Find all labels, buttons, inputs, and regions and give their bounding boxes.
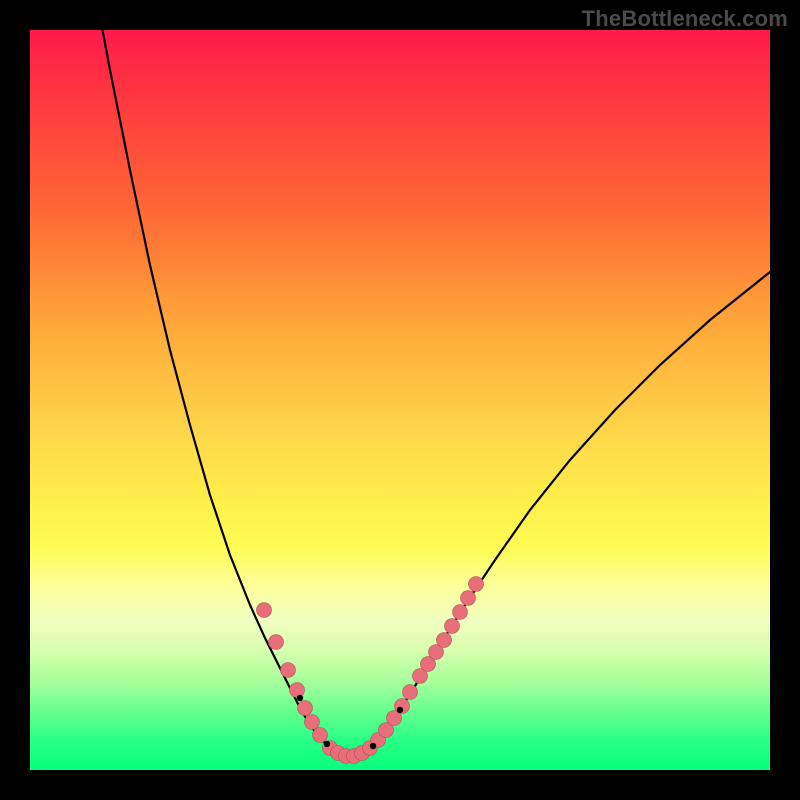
chart-container: TheBottleneck.com xyxy=(0,0,800,800)
plot-gradient-background xyxy=(30,30,770,770)
watermark-text: TheBottleneck.com xyxy=(582,6,788,32)
